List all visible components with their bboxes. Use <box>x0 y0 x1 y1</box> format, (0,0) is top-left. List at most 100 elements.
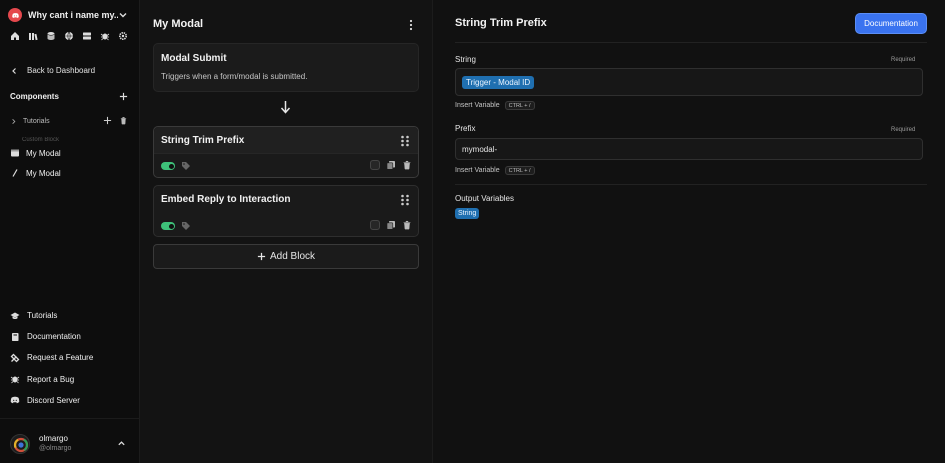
shortcut-kbd: CTRL + / <box>504 166 535 175</box>
prefix-input[interactable]: mymodal- <box>455 138 923 160</box>
user-handle: @olmargo <box>39 445 72 452</box>
duplicate-icon[interactable] <box>386 220 396 230</box>
documentation-button[interactable]: Documentation <box>855 13 927 34</box>
block-title: Embed Reply to Interaction <box>161 194 291 205</box>
block-settings-panel: String Trim Prefix Documentation String … <box>432 0 945 463</box>
graduation-cap-icon <box>10 312 20 319</box>
trash-icon[interactable] <box>402 160 412 170</box>
add-block-label: Add Block <box>269 251 316 262</box>
components-label: Components <box>10 92 59 101</box>
prefix-value: mymodal- <box>462 145 498 154</box>
divider <box>0 418 140 419</box>
settings-gear-icon[interactable] <box>118 31 128 41</box>
back-to-dashboard-link[interactable]: Back to Dashboard <box>10 66 95 75</box>
chevron-right-icon <box>12 118 16 124</box>
divider <box>455 42 927 43</box>
nav-label: Documentation <box>27 332 81 342</box>
block-card[interactable]: Embed Reply to Interaction <box>153 185 419 237</box>
user-name: olmargo <box>39 434 68 443</box>
nav-label: Discord Server <box>27 395 80 405</box>
nav-label: Tutorials <box>27 311 58 320</box>
nav-label: Request a Feature <box>27 353 94 363</box>
add-component-icon[interactable] <box>119 92 128 101</box>
sidebar-item-my-modal[interactable]: My Modal <box>10 146 61 160</box>
insert-variable-label: Insert Variable <box>455 102 500 109</box>
discord-server-icon <box>8 8 22 22</box>
tag-icon[interactable] <box>181 221 191 231</box>
panel-title: String Trim Prefix <box>455 17 547 29</box>
insert-variable-label: Insert Variable <box>455 167 500 174</box>
drag-handle-icon[interactable] <box>400 194 410 206</box>
required-label: Required <box>891 127 916 133</box>
library-icon[interactable] <box>28 31 38 41</box>
output-variables-label: Output Variables <box>455 194 514 203</box>
enable-toggle[interactable] <box>161 222 175 230</box>
sidebar-item-label: My Modal <box>26 168 61 178</box>
trash-icon[interactable] <box>119 116 128 125</box>
block-card[interactable]: String Trim Prefix <box>153 126 419 178</box>
output-variable-pill[interactable]: String <box>455 208 480 219</box>
nav-label: Report a Bug <box>27 374 75 384</box>
slash-command-icon <box>12 169 18 177</box>
arrow-down-icon <box>280 101 291 114</box>
home-icon[interactable] <box>10 31 20 41</box>
globe-icon[interactable] <box>64 31 74 41</box>
server-rack-icon[interactable] <box>82 31 92 41</box>
nav-request-feature[interactable]: Request a Feature <box>10 351 93 364</box>
add-icon[interactable] <box>103 116 112 125</box>
hidden-folder-row: Custom Block <box>22 137 60 143</box>
sidebar-item-my-modal-command[interactable]: My Modal <box>10 166 61 180</box>
variable-pill[interactable]: Trigger - Modal ID <box>462 76 535 89</box>
prefix-field-label: Prefix <box>455 124 476 133</box>
add-block-button[interactable]: Add Block <box>153 244 419 269</box>
trigger-title: Modal Submit <box>161 53 227 64</box>
database-icon[interactable] <box>46 31 56 41</box>
flow-editor: My Modal Modal Submit Triggers when a fo… <box>140 0 432 463</box>
insert-variable-hint[interactable]: Insert Variable CTRL + / <box>455 166 535 175</box>
user-menu[interactable]: olmargo @olmargo <box>10 432 130 456</box>
more-options-icon[interactable] <box>409 19 413 31</box>
modal-icon <box>11 149 19 157</box>
enable-toggle[interactable] <box>161 162 175 170</box>
trigger-description: Triggers when a form/modal is submitted. <box>161 72 308 81</box>
block-title: String Trim Prefix <box>161 135 245 146</box>
discord-icon <box>10 397 20 404</box>
nav-report-bug[interactable]: Report a Bug <box>10 373 93 386</box>
string-field-label: String <box>455 55 476 64</box>
string-input[interactable]: Trigger - Modal ID <box>455 68 923 96</box>
sidebar-item-label: My Modal <box>26 148 61 158</box>
shortcut-kbd: CTRL + / <box>504 101 535 110</box>
duplicate-icon[interactable] <box>386 160 396 170</box>
nav-documentation[interactable]: Documentation <box>10 330 93 343</box>
tag-icon[interactable] <box>181 161 191 171</box>
back-label: Back to Dashboard <box>27 66 96 75</box>
drag-handle-icon[interactable] <box>400 135 410 147</box>
sidebar: Why cant i name my... Back to Dashboard … <box>0 0 140 463</box>
avatar <box>10 434 30 454</box>
trigger-card[interactable]: Modal Submit Triggers when a form/modal … <box>153 43 419 92</box>
tools-icon <box>10 353 20 363</box>
nav-discord-server[interactable]: Discord Server <box>10 394 93 407</box>
required-label: Required <box>891 57 916 63</box>
page-title: My Modal <box>153 18 204 30</box>
chevron-down-icon[interactable] <box>118 10 128 20</box>
server-switcher[interactable]: Why cant i name my... <box>8 7 132 23</box>
plus-icon <box>257 252 266 261</box>
insert-variable-hint[interactable]: Insert Variable CTRL + / <box>455 101 535 110</box>
components-header: Components <box>10 92 128 101</box>
select-checkbox[interactable] <box>370 160 380 170</box>
nav-tutorials[interactable]: Tutorials <box>10 309 93 322</box>
book-icon <box>12 332 19 341</box>
select-checkbox[interactable] <box>370 220 380 230</box>
quick-nav-icons <box>10 31 128 41</box>
chevron-up-icon[interactable] <box>117 439 126 448</box>
chevron-left-icon <box>12 67 16 74</box>
bottom-nav: Tutorials Documentation Request a Featur… <box>10 309 93 415</box>
bug-icon[interactable] <box>100 31 110 41</box>
tutorials-folder[interactable]: Tutorials <box>10 115 130 127</box>
trash-icon[interactable] <box>402 220 412 230</box>
tutorials-folder-label: Tutorials <box>23 117 50 125</box>
bug-icon <box>10 376 20 384</box>
server-name: Why cant i name my... <box>28 10 118 20</box>
divider <box>455 184 927 185</box>
